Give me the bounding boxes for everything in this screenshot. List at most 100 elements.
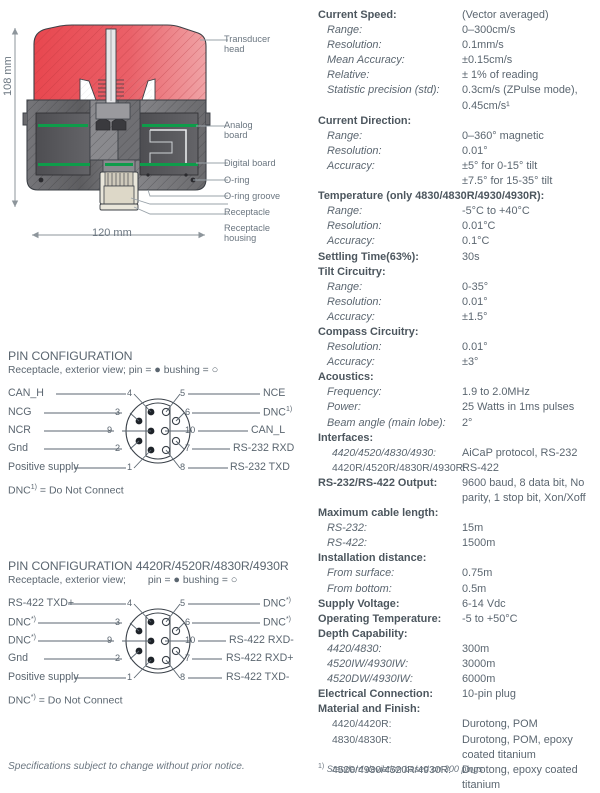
spec-label: Accuracy: bbox=[327, 159, 375, 172]
spec-label: From surface: bbox=[327, 567, 395, 580]
spec-label: Installation distance: bbox=[318, 552, 427, 565]
spec-label: Current Direction: bbox=[318, 114, 412, 127]
spec-row: Range: 0–360° magnetic bbox=[318, 129, 600, 144]
spec-row: From bottom: 0.5m bbox=[318, 582, 600, 597]
pin-config-1-title: PIN CONFIGURATION bbox=[8, 349, 133, 363]
pin-config-1-subtitle: Receptacle, exterior view; pin = ● bushi… bbox=[8, 364, 308, 376]
spec-value: 10-pin plug bbox=[462, 688, 516, 701]
spec-label: Resolution: bbox=[327, 220, 382, 233]
callout-o-ring: O-ring bbox=[224, 175, 250, 185]
spec-value: 1.9 to 2.0MHz bbox=[462, 386, 530, 399]
spec-label: Range: bbox=[327, 280, 363, 293]
height-dimension-label: 108 mm bbox=[2, 56, 14, 96]
pin2-number-2: 2 bbox=[115, 653, 121, 663]
spec-value: 0–300cm/s bbox=[462, 24, 516, 37]
pin2-number-9: 9 bbox=[107, 635, 113, 645]
spec-row: Acoustics: bbox=[318, 370, 600, 385]
spec-value: 2° bbox=[462, 416, 473, 429]
spec-sheet-page: 108 mm 120 mm Transducer head Analog boa… bbox=[0, 0, 600, 791]
callout-transducer-head: Transducer head bbox=[224, 34, 271, 55]
spec-label: 4830/4830R: bbox=[332, 734, 392, 746]
spec-label: Maximum cable length: bbox=[318, 507, 439, 520]
pin2-label-dnc-3: DNC*) bbox=[8, 616, 36, 629]
spec-row: Maximum cable length: bbox=[318, 506, 600, 521]
digital-board-left bbox=[38, 163, 90, 166]
spec-value: ±3° bbox=[462, 356, 479, 369]
spec-label: 4420/4420R: bbox=[332, 719, 392, 731]
hollow-bushing-icon-2: ○ bbox=[230, 574, 238, 586]
spec-value: ±0.15cm/s bbox=[462, 54, 513, 67]
spec-label: 4420/4520/4830/4930: bbox=[332, 447, 437, 459]
spec-row: Resolution: 0.01° bbox=[318, 144, 600, 159]
spec-value: 0.1°C bbox=[462, 235, 490, 248]
footer-disclaimer: Specifications subject to change without… bbox=[8, 761, 245, 772]
spec-label: 4420R/4520R/4830R/4930R: bbox=[332, 462, 467, 474]
spec-row: RS-422: 1500m bbox=[318, 536, 600, 551]
spec-value: 6000m bbox=[462, 673, 496, 686]
pin2-label-dnc-5: DNC*) bbox=[263, 597, 291, 610]
spec-row: Mean Accuracy: ±0.15cm/s bbox=[318, 53, 600, 68]
spec-value: 0.3cm/s (ZPulse mode), 0.45cm/s¹ bbox=[462, 84, 578, 112]
spec-row: Interfaces: bbox=[318, 431, 600, 446]
spec-label: RS-232: bbox=[327, 522, 367, 535]
spec-row: 4520DW/4930IW: 6000m bbox=[318, 672, 600, 687]
spec-label: Electrical Connection: bbox=[318, 688, 433, 701]
spec-label: Resolution: bbox=[327, 39, 382, 52]
spec-label: Frequency: bbox=[327, 386, 382, 399]
spec-label: Accuracy: bbox=[327, 310, 375, 323]
pin-config-2-subtitle-b: pin = bbox=[147, 575, 174, 586]
spec-label: Acoustics: bbox=[318, 371, 374, 384]
digital-board bbox=[140, 163, 198, 166]
pin-label-ncr: NCR bbox=[8, 424, 31, 436]
callout-receptacle: Receptacle bbox=[224, 207, 270, 217]
pin2-label-dnc-6: DNC*) bbox=[263, 616, 291, 629]
spec-value: (Vector averaged) bbox=[462, 9, 549, 21]
pin2-label-dnc-9-text: DNC bbox=[8, 634, 31, 647]
pin2-label-dnc-5-text: DNC bbox=[263, 597, 286, 610]
spec-value: 0.01° bbox=[462, 144, 488, 157]
spec-label: Resolution: bbox=[327, 295, 382, 308]
pin-number-6: 6 bbox=[185, 407, 191, 417]
pin-label-can-l: CAN_L bbox=[251, 424, 286, 436]
callout-analog-board: Analog board bbox=[224, 120, 253, 141]
spec-row: Material and Finish: bbox=[318, 702, 600, 717]
spec-row: 4420/4830: 300m bbox=[318, 642, 600, 657]
pin2-number-6: 6 bbox=[185, 617, 191, 627]
pin2-label-dnc-6-sup: *) bbox=[285, 616, 292, 623]
spec-label: Relative: bbox=[327, 69, 370, 82]
spec-row: 4420/4420R: Durotong, POM bbox=[318, 717, 600, 732]
spec-label: Range: bbox=[327, 129, 363, 142]
pin-number-9: 9 bbox=[107, 425, 113, 435]
pin2-number-3: 3 bbox=[115, 617, 121, 627]
pin-label-dnc-text: DNC bbox=[263, 406, 286, 419]
pin-label-dnc-1: DNC1) bbox=[263, 406, 292, 419]
pin-config-2-subtitle-a: Receptacle, exterior view; bbox=[8, 575, 126, 586]
spec-row: Depth Capability: bbox=[318, 627, 600, 642]
spec-value: 0.5m bbox=[462, 582, 487, 595]
spec-label: Resolution: bbox=[327, 144, 382, 157]
pin-number-3: 3 bbox=[115, 407, 121, 417]
pin2-label-dnc-9: DNC*) bbox=[8, 634, 36, 647]
callout-digital-board: Digital board bbox=[224, 158, 276, 168]
pin-label-dnc-superscript: 1) bbox=[285, 406, 293, 413]
spec-value: 0.1mm/s bbox=[462, 39, 504, 52]
spec-label: 4420/4830: bbox=[327, 642, 382, 655]
spec-value: 25 Watts in 1ms pulses bbox=[462, 401, 575, 414]
spec-value: AiCaP protocol, RS-232 bbox=[462, 446, 578, 459]
transducer-cross-section-drawing: 108 mm 120 mm Transducer head Analog boa… bbox=[0, 0, 310, 262]
spec-value: Durotong, POM, epoxy coated titanium bbox=[462, 733, 573, 761]
pin-config-2-title: PIN CONFIGURATION 4420R/4520R/4830R/4930… bbox=[8, 559, 289, 573]
spec-row: Compass Circuitry: bbox=[318, 325, 600, 340]
spec-label: From bottom: bbox=[327, 582, 392, 595]
pin2-label-dnc-3-sup: *) bbox=[30, 616, 37, 623]
pin2-number-4: 4 bbox=[127, 598, 133, 608]
spec-label: Current Speed: bbox=[318, 9, 397, 21]
callout-o-ring-groove: O-ring groove bbox=[224, 191, 281, 201]
spec-label: Settling Time(63%): bbox=[318, 250, 419, 263]
spec-row: Current Direction: bbox=[318, 114, 600, 129]
pin-config-2-subtitle: Receptacle, exterior view; pin = ● bushin… bbox=[8, 574, 308, 586]
pin-config-1-note-dnc: DNC bbox=[8, 484, 31, 497]
pin2-label-dnc-3-text: DNC bbox=[8, 616, 31, 629]
hollow-bushing-icon: ○ bbox=[211, 364, 219, 376]
pin2-number-7: 7 bbox=[185, 653, 191, 663]
